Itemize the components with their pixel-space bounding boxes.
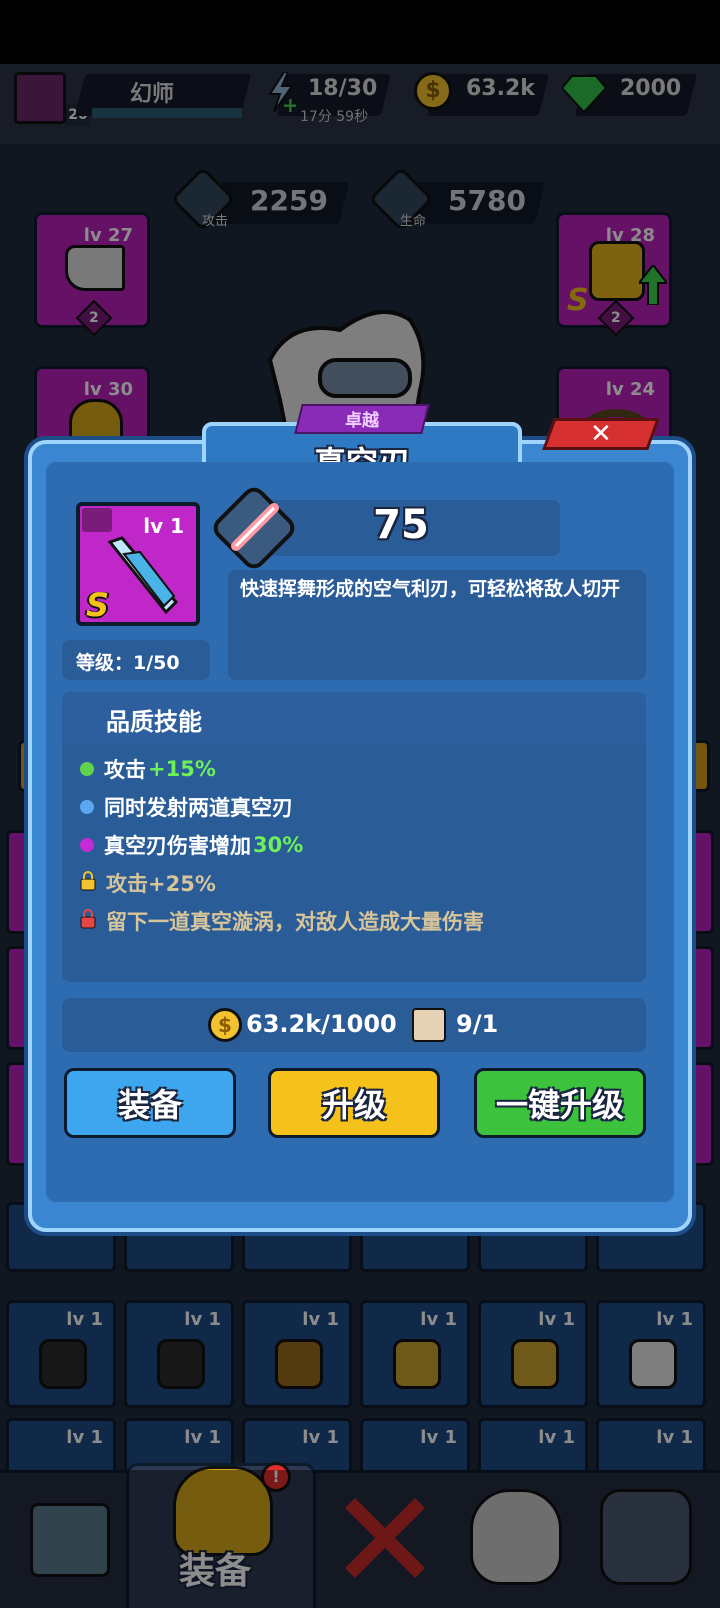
weapon-type-icon bbox=[82, 508, 112, 532]
blue-dot-icon bbox=[80, 800, 94, 814]
item-detail-dialog: 卓越 真空刃 ✕ lv 1 S 等级：1/50 75 快速挥舞形成的空气利刃，可… bbox=[28, 404, 692, 1232]
item-card: lv 1 S bbox=[76, 502, 200, 626]
close-button[interactable]: ✕ bbox=[542, 418, 660, 450]
skill-label: 留下一道真空漩涡，对敌人造成大量伤害 bbox=[106, 910, 484, 934]
power-value: 75 bbox=[373, 502, 429, 548]
item-level-label: lv 1 bbox=[143, 514, 184, 538]
purple-dot-icon bbox=[80, 838, 94, 852]
material-cost: 9/1 bbox=[456, 1010, 499, 1038]
skills-header: 品质技能 bbox=[106, 708, 202, 736]
skill-label: 攻击+25% bbox=[106, 872, 216, 896]
blade-icon bbox=[106, 536, 186, 616]
skill-row: 同时发射两道真空刃 bbox=[80, 792, 293, 822]
lock-icon bbox=[80, 908, 96, 934]
one-click-upgrade-button[interactable]: 一键升级 bbox=[474, 1068, 646, 1138]
rarity-label: 卓越 bbox=[345, 411, 379, 431]
item-grade: S bbox=[86, 586, 110, 624]
equip-button[interactable]: 装备 bbox=[64, 1068, 236, 1138]
coin-icon: $ bbox=[208, 1008, 242, 1042]
close-icon: ✕ bbox=[590, 419, 612, 449]
skill-row: 攻击 +15% bbox=[80, 754, 216, 784]
skill-row-locked: 攻击+25% bbox=[80, 868, 216, 898]
item-description: 快速挥舞形成的空气利刃，可轻松将敌人切开 bbox=[240, 578, 621, 600]
skill-bonus: +15% bbox=[148, 757, 216, 781]
coin-cost: 63.2k/1000 bbox=[246, 1010, 397, 1038]
blueprint-icon bbox=[412, 1008, 446, 1042]
bottom-nav-dim bbox=[0, 1470, 720, 1608]
green-dot-icon bbox=[80, 762, 94, 776]
lock-icon bbox=[80, 870, 96, 896]
skill-label: 攻击 bbox=[104, 758, 146, 782]
skill-label: 同时发射两道真空刃 bbox=[104, 796, 293, 820]
level-text: 等级：1/50 bbox=[76, 652, 180, 674]
skill-row-locked: 留下一道真空漩涡，对敌人造成大量伤害 bbox=[80, 906, 484, 936]
skill-label: 真空刃伤害增加 bbox=[104, 834, 251, 858]
skill-row: 真空刃伤害增加 30% bbox=[80, 830, 303, 860]
skill-bonus: 30% bbox=[253, 833, 304, 857]
upgrade-button[interactable]: 升级 bbox=[268, 1068, 440, 1138]
